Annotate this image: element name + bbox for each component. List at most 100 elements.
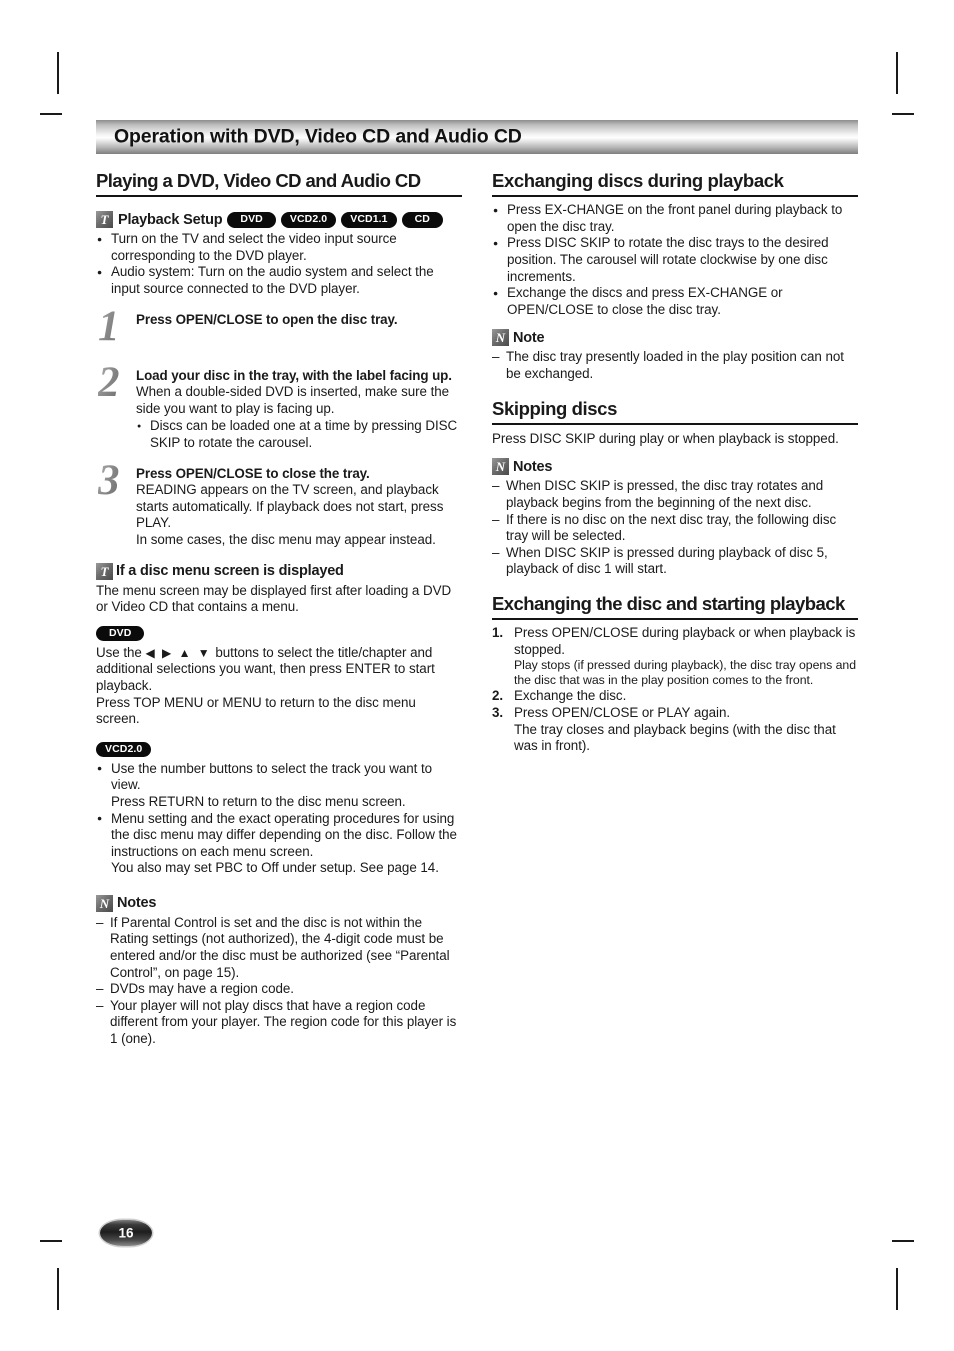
- step-heading: Load your disc in the tray, with the lab…: [136, 367, 452, 383]
- note-icon: N: [96, 894, 113, 912]
- list-item: If Parental Control is set and the disc …: [96, 915, 462, 981]
- list-item-line: You also may set PBC to Off under setup.…: [111, 860, 439, 876]
- list-item: Exchange the discs and press EX-CHANGE o…: [492, 285, 858, 318]
- disc-menu-header: T If a disc menu screen is displayed: [96, 562, 462, 580]
- list-item: The disc tray presently loaded in the pl…: [492, 349, 858, 382]
- crop-mark-bottom-left-vertical: [57, 1268, 59, 1310]
- notes-list: If Parental Control is set and the disc …: [96, 915, 462, 1048]
- disc-badge-dvd: DVD: [227, 211, 276, 228]
- crop-mark-bottom-right-horizontal: [892, 1240, 914, 1242]
- vcd-bullets: Use the number buttons to select the tra…: [96, 760, 462, 877]
- notes-label: Notes: [513, 458, 553, 475]
- notes-header: N Notes: [492, 458, 858, 476]
- list-item-line: Press RETURN to return to the disc menu …: [111, 793, 406, 809]
- dvd-badge-row: DVD: [96, 625, 462, 643]
- tip-icon: T: [96, 211, 113, 229]
- crop-mark-top-right-vertical: [896, 52, 898, 94]
- step-number: 1: [98, 302, 120, 350]
- section-heading-playing: Playing a DVD, Video CD and Audio CD: [96, 170, 462, 198]
- step-body: When a double-sided DVD is inserted, mak…: [136, 384, 450, 416]
- disc-badge-vcd20: VCD2.0: [280, 211, 337, 228]
- dvd-instructions-2: Press TOP MENU or MENU to return to the …: [96, 694, 416, 727]
- exchanging-bullets: Press EX-CHANGE on the front panel durin…: [492, 202, 858, 318]
- list-item: When DISC SKIP is pressed, the disc tray…: [492, 478, 858, 511]
- disc-badge-dvd: DVD: [96, 625, 145, 642]
- list-item-text: Press OPEN/CLOSE or PLAY again.: [514, 705, 731, 721]
- note-header: N Note: [492, 329, 858, 347]
- crop-mark-top-left-horizontal: [40, 113, 62, 115]
- step-3: 3 Press OPEN/CLOSE to close the tray. RE…: [96, 459, 462, 549]
- skipping-intro: Press DISC SKIP during play or when play…: [492, 430, 839, 446]
- list-item: When DISC SKIP is pressed during playbac…: [492, 545, 858, 578]
- disc-badge-cd: CD: [401, 211, 443, 228]
- list-item-number: 2.: [492, 688, 504, 704]
- dvd-instructions: Use the ◀ ▶ ▲ ▼ buttons to select the ti…: [96, 645, 462, 695]
- list-item: 3. Press OPEN/CLOSE or PLAY again. The t…: [492, 705, 858, 755]
- step-2: 2 Load your disc in the tray, with the l…: [96, 361, 462, 452]
- tip-icon: T: [96, 562, 113, 580]
- list-item: DVDs may have a region code.: [96, 981, 462, 998]
- step-bullets: Discs can be loaded one at a time by pre…: [136, 418, 462, 451]
- notes-header: N Notes: [96, 894, 462, 912]
- step-1: 1 Press OPEN/CLOSE to open the disc tray…: [96, 305, 462, 348]
- section-heading-skipping: Skipping discs: [492, 398, 858, 425]
- left-column: Playing a DVD, Video CD and Audio CD T P…: [96, 170, 462, 1048]
- list-item-number: 3.: [492, 705, 504, 721]
- step-heading: Press OPEN/CLOSE to close the tray.: [136, 465, 370, 481]
- section-heading-exchanging: Exchanging discs during playback: [492, 170, 858, 198]
- note-icon: N: [492, 458, 509, 476]
- crop-mark-bottom-left-horizontal: [40, 1240, 62, 1242]
- list-item-subtext: The tray closes and playback begins (wit…: [514, 721, 836, 754]
- note-label: Note: [513, 329, 545, 346]
- list-item: Your player will not play discs that hav…: [96, 998, 462, 1048]
- page-number-badge: 16: [100, 1220, 152, 1246]
- crop-mark-top-right-horizontal: [892, 113, 914, 115]
- page-number: 16: [118, 1225, 134, 1241]
- page-content: Operation with DVD, Video CD and Audio C…: [96, 120, 858, 1048]
- playback-setup-header: T Playback Setup DVD VCD2.0 VCD1.1 CD: [96, 211, 462, 229]
- right-column: Exchanging discs during playback Press E…: [492, 170, 858, 1048]
- list-item: If there is no disc on the next disc tra…: [492, 512, 858, 545]
- list-item: Use the number buttons to select the tra…: [96, 760, 462, 811]
- step-number: 3: [98, 456, 120, 504]
- step-heading: Press OPEN/CLOSE to open the disc tray.: [136, 311, 398, 327]
- notes-label: Notes: [117, 895, 157, 912]
- chapter-title: Operation with DVD, Video CD and Audio C…: [114, 125, 522, 148]
- disc-menu-intro: The menu screen may be displayed first a…: [96, 582, 452, 615]
- step-number: 2: [98, 358, 120, 406]
- step-body: READING appears on the TV screen, and pl…: [136, 482, 444, 531]
- skipping-notes-list: When DISC SKIP is pressed, the disc tray…: [492, 478, 858, 578]
- list-item: Press DISC SKIP to rotate the disc trays…: [492, 235, 858, 285]
- disc-menu-label: If a disc menu screen is displayed: [116, 563, 344, 580]
- list-item-text: Exchange the disc.: [514, 688, 627, 704]
- list-item: 1. Press OPEN/CLOSE during playback or w…: [492, 625, 858, 688]
- chapter-header-bar: Operation with DVD, Video CD and Audio C…: [96, 120, 858, 154]
- vcd-badge-row: VCD2.0: [96, 741, 462, 759]
- note-icon: N: [492, 329, 509, 347]
- playback-setup-bullets: Turn on the TV and select the video inpu…: [96, 231, 462, 297]
- list-item-line: Menu setting and the exact operating pro…: [111, 810, 457, 859]
- crop-mark-top-left-vertical: [57, 52, 59, 94]
- list-item: 2. Exchange the disc.: [492, 688, 858, 705]
- list-item: Audio system: Turn on the audio system a…: [96, 264, 462, 297]
- two-column-body: Playing a DVD, Video CD and Audio CD T P…: [96, 170, 858, 1048]
- list-item-number: 1.: [492, 625, 504, 641]
- list-item-subtext: Play stops (if pressed during playback),…: [514, 658, 856, 688]
- disc-badge-vcd11: VCD1.1: [341, 211, 397, 228]
- disc-badge-vcd20: VCD2.0: [96, 741, 152, 758]
- list-item: Menu setting and the exact operating pro…: [96, 810, 462, 877]
- dvd-instructions-part-a: Use the: [96, 644, 146, 660]
- list-item: Turn on the TV and select the video inpu…: [96, 231, 462, 264]
- section-heading-exchange-start: Exchanging the disc and starting playbac…: [492, 593, 858, 621]
- direction-arrows-icon: ◀ ▶ ▲ ▼: [145, 645, 212, 660]
- step-body-2: In some cases, the disc menu may appear …: [136, 531, 436, 547]
- list-item-line: Use the number buttons to select the tra…: [111, 760, 433, 793]
- list-item: Discs can be loaded one at a time by pre…: [136, 418, 462, 451]
- playback-setup-label: Playback Setup: [118, 211, 223, 228]
- exchanging-note-list: The disc tray presently loaded in the pl…: [492, 349, 858, 382]
- exchange-start-steps: 1. Press OPEN/CLOSE during playback or w…: [492, 625, 858, 755]
- crop-mark-bottom-right-vertical: [896, 1268, 898, 1310]
- list-item: Press EX-CHANGE on the front panel durin…: [492, 202, 858, 235]
